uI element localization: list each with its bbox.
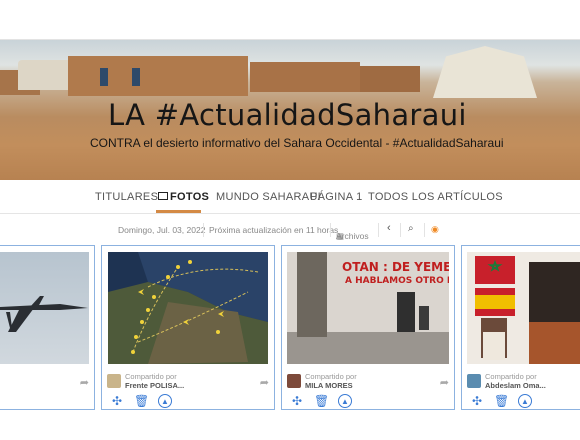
card-footer: Compartido por Abdeslam Oma... (467, 372, 580, 392)
author-name[interactable]: Frente POLISA... (125, 381, 184, 390)
photo-card[interactable]: Compartido por Abdeslam Oma... ✣ 🗑 ▲ (461, 245, 580, 410)
share-icon[interactable]: ➦ (80, 376, 89, 389)
site-title[interactable]: LA #ActualidadSaharaui (108, 98, 467, 132)
photo-card[interactable]: Compartido por Frente POLISA... ➦ ✣ 🗑 ▲ (101, 245, 275, 410)
pin-icon[interactable]: ▲ (518, 394, 532, 408)
author-name[interactable]: Abdeslam Oma... (485, 381, 546, 390)
card-footer: ➦ (0, 372, 89, 392)
flags-photo[interactable] (467, 252, 580, 364)
card-footer: Compartido por Frente POLISA... ➦ (107, 372, 269, 392)
share-icon[interactable]: ➦ (260, 376, 269, 389)
drone-photo[interactable] (0, 252, 89, 364)
shared-by-label: Compartido por (485, 372, 537, 381)
move-icon[interactable]: ✣ (290, 394, 304, 408)
top-bar (0, 0, 580, 40)
trash-icon[interactable]: 🗑 (134, 394, 149, 408)
pin-icon[interactable]: ▲ (158, 394, 172, 408)
main-nav: TITULARES FOTOS MUNDO SAHARAUI PÁGINA 1 … (0, 180, 580, 214)
archive-label: Archivos (336, 231, 369, 241)
avatar[interactable] (107, 374, 121, 388)
nav-item-todos-articulos[interactable]: TODOS LOS ARTÍCULOS (368, 191, 503, 203)
move-icon[interactable]: ✣ (470, 394, 484, 408)
shared-by-label: Compartido por (125, 372, 177, 381)
site-subtitle: CONTRA el desierto informativo del Sahar… (90, 136, 504, 150)
search-icon[interactable]: ⌕ (408, 223, 414, 234)
card-footer: Compartido por MILA MORES ➦ (287, 372, 449, 392)
nav-item-pagina-1[interactable]: PÁGINA 1 (310, 191, 363, 203)
nav-item-titulares[interactable]: TITULARES (95, 191, 158, 203)
map-photo[interactable] (108, 252, 268, 364)
nav-item-fotos-label: FOTOS (170, 191, 210, 203)
avatar[interactable] (287, 374, 301, 388)
image-icon (158, 192, 168, 200)
trash-icon[interactable]: 🗑 (314, 394, 329, 408)
active-tab-indicator (156, 210, 201, 213)
graffiti-photo[interactable]: OTAN : DE YEMEN A HABLAMOS OTRO DIA (287, 252, 449, 364)
author-name[interactable]: MILA MORES (305, 381, 353, 390)
pin-icon[interactable]: ▲ (338, 394, 352, 408)
toolbar: Domingo, Jul. 03, 2022 Próxima actualiza… (0, 219, 580, 241)
rss-icon[interactable]: ◉ (431, 224, 439, 235)
shared-by-label: Compartido por (305, 372, 357, 381)
trash-icon[interactable]: 🗑 (494, 394, 509, 408)
photo-card[interactable]: OTAN : DE YEMEN A HABLAMOS OTRO DIA Comp… (281, 245, 455, 410)
move-icon[interactable]: ✣ (110, 394, 124, 408)
share-icon[interactable]: ➦ (440, 376, 449, 389)
avatar[interactable] (467, 374, 481, 388)
prev-arrow-icon[interactable]: ‹ (387, 222, 391, 234)
graffiti-text-2: A HABLAMOS OTRO DIA (345, 276, 449, 286)
photo-card[interactable]: ➦ (0, 245, 95, 410)
current-date: Domingo, Jul. 03, 2022 (118, 225, 206, 235)
header-banner: LA #ActualidadSaharaui CONTRA el desiert… (0, 40, 580, 180)
nav-item-mundo-saharaui[interactable]: MUNDO SAHARAUI (216, 191, 321, 203)
graffiti-text-1: OTAN : DE YEMEN (342, 260, 449, 274)
next-update-text: Próxima actualización en 11 horas (209, 225, 339, 235)
nav-item-fotos[interactable]: FOTOS (158, 191, 209, 203)
